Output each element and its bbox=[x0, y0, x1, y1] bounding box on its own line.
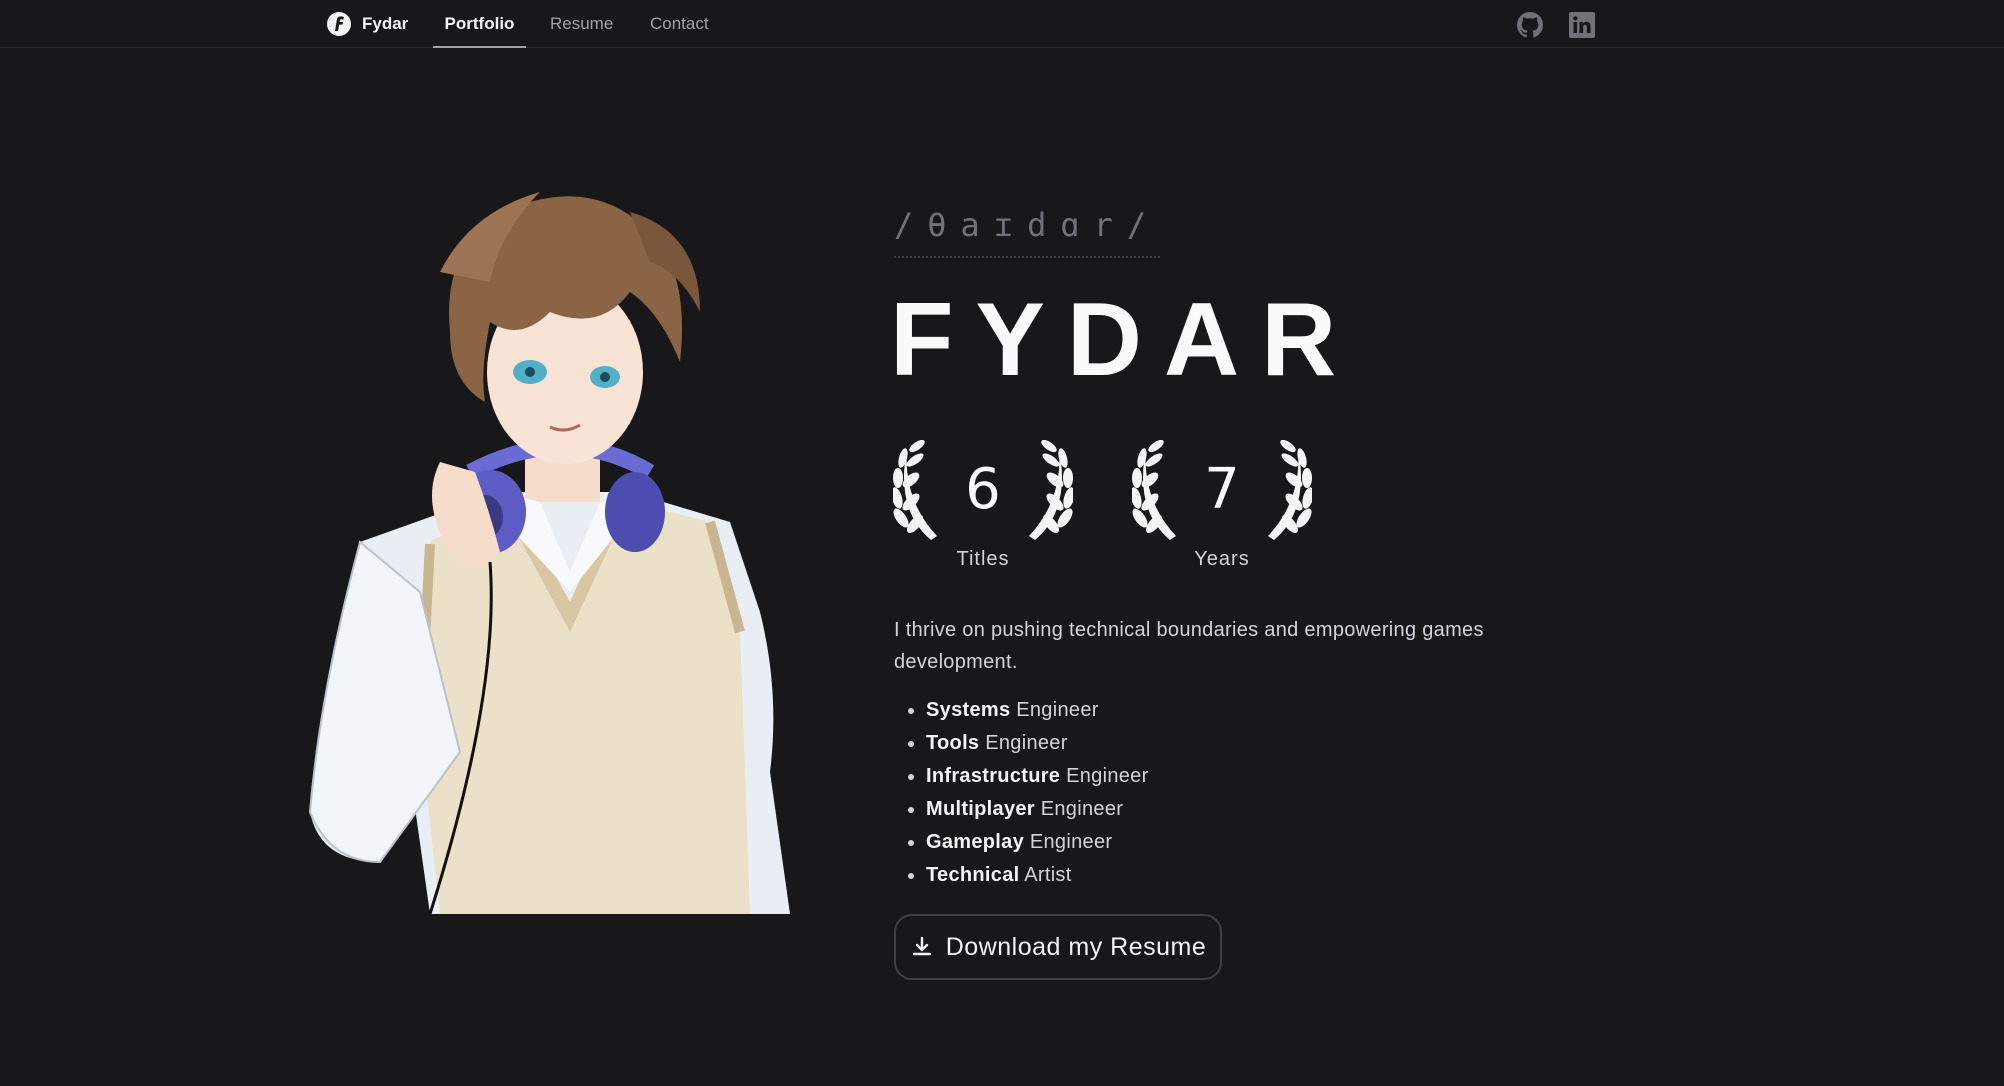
role-name: Infrastructure bbox=[926, 765, 1061, 787]
avatar-illustration bbox=[308, 192, 790, 914]
role-type: Engineer bbox=[979, 732, 1068, 754]
list-item: Tools Engineer bbox=[926, 727, 1149, 760]
role-type: Engineer bbox=[1034, 798, 1124, 820]
fydar-logo-icon bbox=[327, 12, 351, 36]
phonetic-spelling: /θaɪdɑr/ bbox=[894, 206, 1161, 258]
tab-resume[interactable]: Resume bbox=[550, 0, 613, 48]
top-nav: Fydar Portfolio Resume Contact bbox=[0, 0, 2004, 48]
list-item: Gameplay Engineer bbox=[926, 826, 1149, 859]
stat-value: 7 bbox=[1204, 457, 1240, 522]
brand-link[interactable]: Fydar bbox=[326, 11, 408, 37]
role-type: Engineer bbox=[1010, 699, 1099, 721]
tab-portfolio[interactable]: Portfolio bbox=[433, 0, 526, 48]
download-icon bbox=[912, 936, 931, 956]
roles-list: Systems Engineer Tools Engineer Infrastr… bbox=[894, 694, 1149, 892]
stat-years: 7 Years bbox=[1132, 440, 1312, 575]
download-resume-label: Download my Resume bbox=[945, 932, 1207, 961]
download-resume-button[interactable]: Download my Resume bbox=[894, 914, 1222, 980]
stat-titles: 6 Titles bbox=[893, 440, 1073, 575]
role-name: Multiplayer bbox=[926, 798, 1035, 820]
role-type: Engineer bbox=[1024, 831, 1113, 853]
role-name: Systems bbox=[926, 699, 1011, 721]
stat-value: 6 bbox=[965, 457, 1001, 522]
role-name: Technical bbox=[926, 864, 1020, 886]
linkedin-icon[interactable] bbox=[1569, 12, 1595, 38]
stat-label: Years bbox=[1194, 548, 1250, 570]
role-name: Gameplay bbox=[926, 831, 1025, 853]
page-title: FYDAR bbox=[890, 282, 1359, 398]
list-item: Systems Engineer bbox=[926, 694, 1149, 727]
stat-label: Titles bbox=[956, 548, 1010, 570]
intro-text: I thrive on pushing technical boundaries… bbox=[894, 619, 1484, 673]
github-icon[interactable] bbox=[1517, 12, 1543, 38]
role-type: Artist bbox=[1019, 864, 1072, 886]
list-item: Infrastructure Engineer bbox=[926, 760, 1149, 793]
tab-contact[interactable]: Contact bbox=[650, 0, 709, 48]
list-item: Technical Artist bbox=[926, 859, 1149, 892]
role-type: Engineer bbox=[1060, 765, 1149, 787]
list-item: Multiplayer Engineer bbox=[926, 793, 1149, 826]
role-name: Tools bbox=[926, 732, 980, 754]
brand-name: Fydar bbox=[362, 14, 409, 33]
